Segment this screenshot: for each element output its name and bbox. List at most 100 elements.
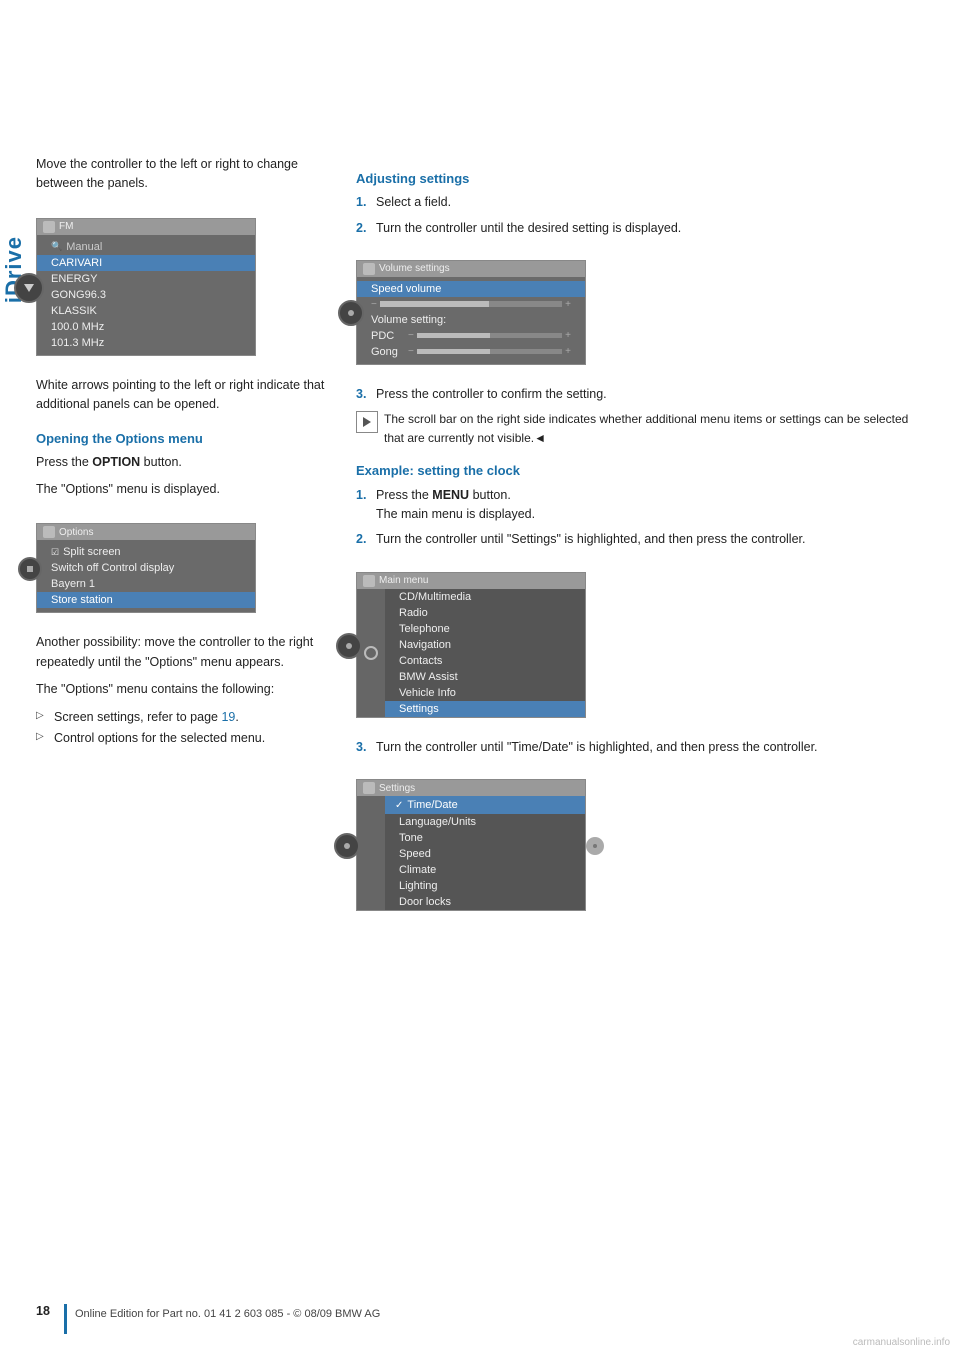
- settings-sidebar: [357, 796, 385, 910]
- controller-dial-right: [586, 837, 604, 855]
- set-climate: Climate: [385, 862, 585, 878]
- settings-body: ✓ Time/Date Language/Units Tone Speed Cl…: [357, 796, 585, 910]
- set-tone: Tone: [385, 830, 585, 846]
- arrow-down-icon: [24, 284, 34, 292]
- options-heading: Opening the Options menu: [36, 429, 326, 449]
- ex-step-text-2: Turn the controller until "Settings" is …: [376, 530, 930, 549]
- contains-para: The "Options" menu contains the followin…: [36, 680, 326, 699]
- fm-screen-body: 🔍 Manual CARIVARI ENERGY GONG96.3 KLASSI…: [37, 235, 255, 355]
- step-num-1: 1.: [356, 193, 370, 212]
- main-menu-screenshot: Main menu CD/Multimedia Radio Telephone …: [356, 572, 586, 718]
- scroll-indicator-text: The scroll bar on the right side indicat…: [384, 410, 930, 447]
- main-content: Move the controller to the left or right…: [36, 0, 930, 991]
- options-para2: The "Options" menu is displayed.: [36, 480, 326, 499]
- fm-row-energy: ENERGY: [37, 271, 255, 287]
- example-step-2: 2. Turn the controller until "Settings" …: [356, 530, 930, 549]
- settings-icon: [363, 782, 375, 794]
- fm-screenshot: FM 🔍 Manual CARIVARI ENERGY GONG96.3 KLA…: [36, 218, 256, 356]
- footer-line: [64, 1304, 67, 1334]
- main-menu-rows: CD/Multimedia Radio Telephone Navigation…: [385, 589, 585, 717]
- intro-paragraph: Move the controller to the left or right…: [36, 155, 326, 194]
- settings-screenshot-wrapper: Settings ✓ Time/Date Language/Units Tone…: [356, 771, 586, 921]
- volume-screen-body: Speed volume − + Volume setting: PDC −: [357, 277, 585, 364]
- options-icon: [43, 526, 55, 538]
- fm-screenshot-wrapper: FM 🔍 Manual CARIVARI ENERGY GONG96.3 KLA…: [36, 210, 256, 366]
- watermark: carmanualsonline.info: [853, 1337, 950, 1348]
- mm-cd: CD/Multimedia: [385, 589, 585, 605]
- options-title: Options: [59, 527, 93, 538]
- scroll-triangle-box: [356, 411, 378, 433]
- volume-screenshot-wrapper: Volume settings Speed volume − + Volume …: [356, 252, 586, 375]
- controller-dot-3: [346, 643, 352, 649]
- step-text-2: Turn the controller until the desired se…: [376, 219, 930, 238]
- opt-row-store: Store station: [37, 592, 255, 608]
- options-title-bar: Options: [37, 524, 255, 540]
- controller-dial-3: [338, 300, 364, 326]
- ex-step-text-1: Press the MENU button. The main menu is …: [376, 486, 930, 525]
- set-timedate: ✓ Time/Date: [385, 796, 585, 814]
- right-column: Adjusting settings 1. Select a field. 2.…: [356, 155, 930, 931]
- ex-step-num-2: 2.: [356, 530, 370, 549]
- mm-telephone: Telephone: [385, 621, 585, 637]
- mm-contacts: Contacts: [385, 653, 585, 669]
- mm-navigation: Navigation: [385, 637, 585, 653]
- adjust-step-1: 1. Select a field.: [356, 193, 930, 212]
- vol-speed-volume: Speed volume: [357, 281, 585, 297]
- mm-settings: Settings: [385, 701, 585, 717]
- fm-title-bar: FM: [37, 219, 255, 235]
- vol-setting-label: Volume setting:: [357, 312, 585, 328]
- adjust-step-3: 3. Press the controller to confirm the s…: [356, 385, 930, 404]
- controller-dial: [14, 273, 44, 303]
- vol-gong-row: Gong − +: [357, 344, 585, 360]
- main-menu-wrapper: Main menu CD/Multimedia Radio Telephone …: [356, 564, 586, 728]
- controller-dial-4: [336, 633, 362, 659]
- controller-dot-4: [344, 843, 350, 849]
- fm-icon: [43, 221, 55, 233]
- main-menu-sidebar: [357, 589, 385, 717]
- gear-icon: [364, 646, 378, 660]
- fm-row-100: 100.0 MHz: [37, 319, 255, 335]
- set-language: Language/Units: [385, 814, 585, 830]
- bullet-item-screen: Screen settings, refer to page 19.: [36, 708, 326, 727]
- left-column: Move the controller to the left or right…: [36, 155, 326, 931]
- fm-title: FM: [59, 221, 73, 232]
- ex-step-text-3: Turn the controller until "Time/Date" is…: [376, 738, 930, 757]
- bullet-item-control: Control options for the selected menu.: [36, 729, 326, 748]
- step-num-2: 2.: [356, 219, 370, 238]
- volume-screenshot: Volume settings Speed volume − + Volume …: [356, 260, 586, 365]
- fm-row-carivari: CARIVARI: [37, 255, 255, 271]
- main-menu-title-bar: Main menu: [357, 573, 585, 589]
- main-menu-title: Main menu: [379, 575, 428, 586]
- set-speed: Speed: [385, 846, 585, 862]
- main-menu-body: CD/Multimedia Radio Telephone Navigation…: [357, 589, 585, 717]
- example-step-3: 3. Turn the controller until "Time/Date"…: [356, 738, 930, 757]
- vol-pdc-row: PDC − +: [357, 328, 585, 344]
- controller-dot-2: [348, 310, 354, 316]
- settings-title: Settings: [379, 783, 415, 794]
- volume-icon: [363, 263, 375, 275]
- step-text-3: Press the controller to confirm the sett…: [376, 385, 930, 404]
- step-text-1: Select a field.: [376, 193, 930, 212]
- fm-row-gong: GONG96.3: [37, 287, 255, 303]
- scroll-indicator: The scroll bar on the right side indicat…: [356, 410, 930, 447]
- footer: 18 Online Edition for Part no. 01 41 2 6…: [36, 1304, 930, 1334]
- opt-row-bayern: Bayern 1: [37, 576, 255, 592]
- options-screenshot-wrapper: Options ☑ Split screen Switch off Contro…: [36, 515, 256, 623]
- fm-row-klassik: KLASSIK: [37, 303, 255, 319]
- adjusting-heading: Adjusting settings: [356, 169, 930, 189]
- controller-dial-2: [18, 557, 42, 581]
- step-num-3: 3.: [356, 385, 370, 404]
- opt-row-split: ☑ Split screen: [37, 544, 255, 560]
- options-screenshot: Options ☑ Split screen Switch off Contro…: [36, 523, 256, 613]
- page-link-19[interactable]: 19: [221, 710, 235, 724]
- mm-bmw: BMW Assist: [385, 669, 585, 685]
- another-possibility-para: Another possibility: move the controller…: [36, 633, 326, 672]
- white-arrows-para: White arrows pointing to the left or rig…: [36, 376, 326, 415]
- example-heading: Example: setting the clock: [356, 461, 930, 481]
- options-screen-body: ☑ Split screen Switch off Control displa…: [37, 540, 255, 612]
- mm-vehicle: Vehicle Info: [385, 685, 585, 701]
- vol-bar: − +: [357, 297, 585, 312]
- fm-row-101: 101.3 MHz: [37, 335, 255, 351]
- bullet-list: Screen settings, refer to page 19. Contr…: [36, 708, 326, 749]
- two-column-layout: Move the controller to the left or right…: [36, 155, 930, 931]
